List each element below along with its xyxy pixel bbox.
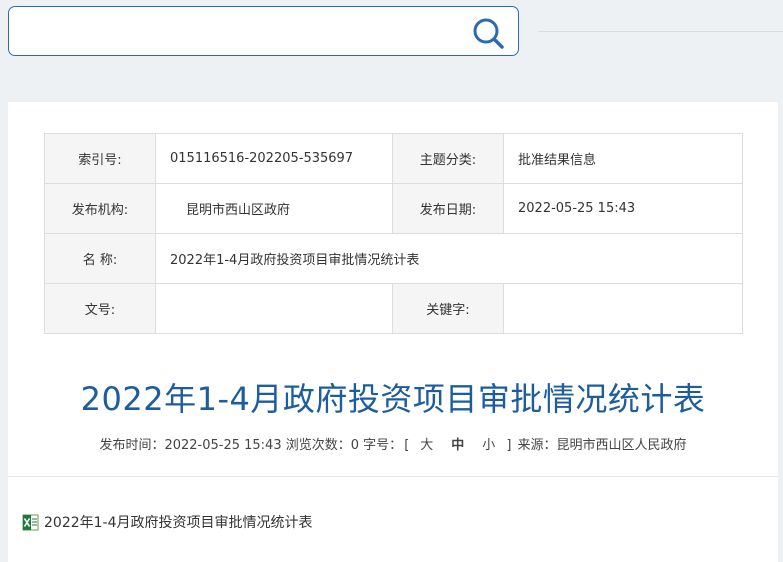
view-count: 浏览次数：0 (285, 438, 360, 453)
metadata-table: 索引号: 015116516-202205-535697 主题分类: 批准结果信… (44, 133, 743, 334)
table-row: 文号: 关键字: (44, 283, 743, 334)
article-title: 2022年1-4月政府投资项目审批情况统计表 (80, 380, 706, 418)
font-size-medium-button[interactable]: 中 (442, 438, 473, 453)
table-row: 索引号: 015116516-202205-535697 主题分类: 批准结果信… (44, 133, 743, 184)
font-size-large-button[interactable]: 大 (411, 438, 442, 453)
docno-label: 文号: (44, 283, 156, 334)
excel-file-icon (22, 514, 39, 530)
topic-label: 主题分类: (392, 133, 504, 184)
table-row: 发布机构: 昆明市西山区政府 发布日期: 2022-05-25 15:43 (44, 183, 743, 234)
name-label: 名 称: (44, 233, 156, 284)
content-divider (8, 476, 778, 477)
index-value: 015116516-202205-535697 (155, 133, 393, 184)
publish-time: 发布时间：2022-05-25 15:43 (99, 438, 282, 453)
article-info-bar: 发布时间：2022-05-25 15:43 浏览次数：0 字号：[大中小] 来源… (8, 434, 778, 453)
keyword-label: 关键字: (392, 283, 504, 334)
date-label: 发布日期: (392, 183, 504, 234)
org-value: 昆明市西山区政府 (155, 183, 393, 234)
name-value: 2022年1-4月政府投资项目审批情况统计表 (155, 233, 743, 284)
org-label: 发布机构: (44, 183, 156, 234)
attachment-name: 2022年1-4月政府投资项目审批情况统计表 (44, 515, 313, 531)
bracket-close: ] (506, 438, 512, 453)
search-icon[interactable] (472, 17, 504, 49)
topic-value: 批准结果信息 (503, 133, 743, 184)
index-label: 索引号: (44, 133, 156, 184)
date-value: 2022-05-25 15:43 (503, 183, 743, 234)
header-divider (538, 31, 783, 32)
search-input[interactable] (19, 15, 463, 49)
keyword-value (503, 283, 743, 334)
search-box (8, 6, 519, 56)
font-size-small-button[interactable]: 小 (473, 438, 504, 453)
font-size-label: 字号： (363, 438, 403, 453)
bracket-open: [ (404, 438, 410, 453)
docno-value (155, 283, 393, 334)
content-panel: 索引号: 015116516-202205-535697 主题分类: 批准结果信… (8, 102, 778, 562)
attachment-link[interactable]: 2022年1-4月政府投资项目审批情况统计表 (22, 512, 313, 532)
source: 来源：昆明市西山区人民政府 (517, 438, 687, 453)
table-row: 名 称: 2022年1-4月政府投资项目审批情况统计表 (44, 233, 743, 284)
